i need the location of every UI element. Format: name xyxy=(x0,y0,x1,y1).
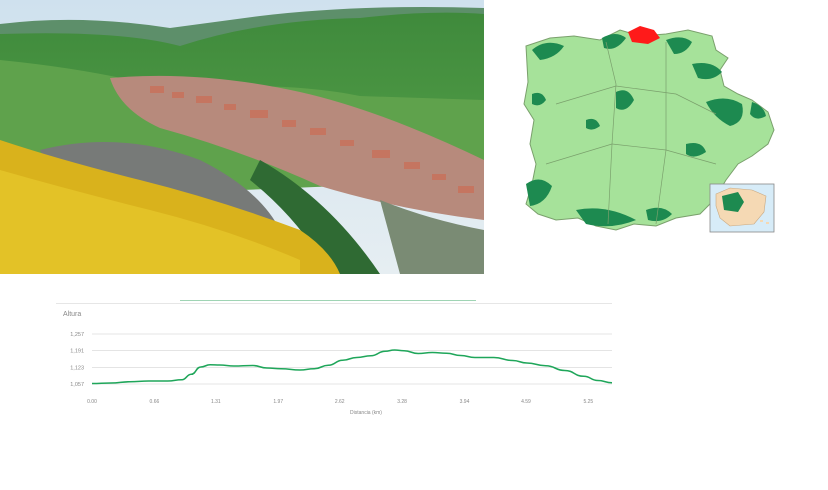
elevation-profile-chart: Altura 1,057 1,123 1,191 1,257 0.00 0.66 1.31… xyxy=(56,300,616,420)
region-locator-map xyxy=(516,24,780,236)
elevation-line xyxy=(91,349,613,385)
y-tick-label: 1,057 xyxy=(70,382,84,388)
x-tick-label: 0.66 xyxy=(150,399,160,405)
x-tick-label: 0.00 xyxy=(87,399,97,405)
y-tick-label: 1,191 xyxy=(70,349,84,355)
x-tick-label: 5.25 xyxy=(583,399,593,405)
y-tick-label: 1,123 xyxy=(70,366,84,372)
x-tick-label: 1.31 xyxy=(211,399,221,405)
village-aerial-photo xyxy=(0,0,484,274)
x-tick-label: 1.97 xyxy=(273,399,283,405)
x-tick-label: 2.62 xyxy=(335,399,345,405)
x-tick-label: 3.28 xyxy=(397,399,407,405)
x-tick-label: 4.59 xyxy=(521,399,531,405)
y-tick-label: 1,257 xyxy=(70,332,84,338)
x-axis-label: Distancia (km) xyxy=(350,410,382,416)
x-tick-label: 3.94 xyxy=(460,399,470,405)
chart-title: Altura xyxy=(63,311,81,318)
